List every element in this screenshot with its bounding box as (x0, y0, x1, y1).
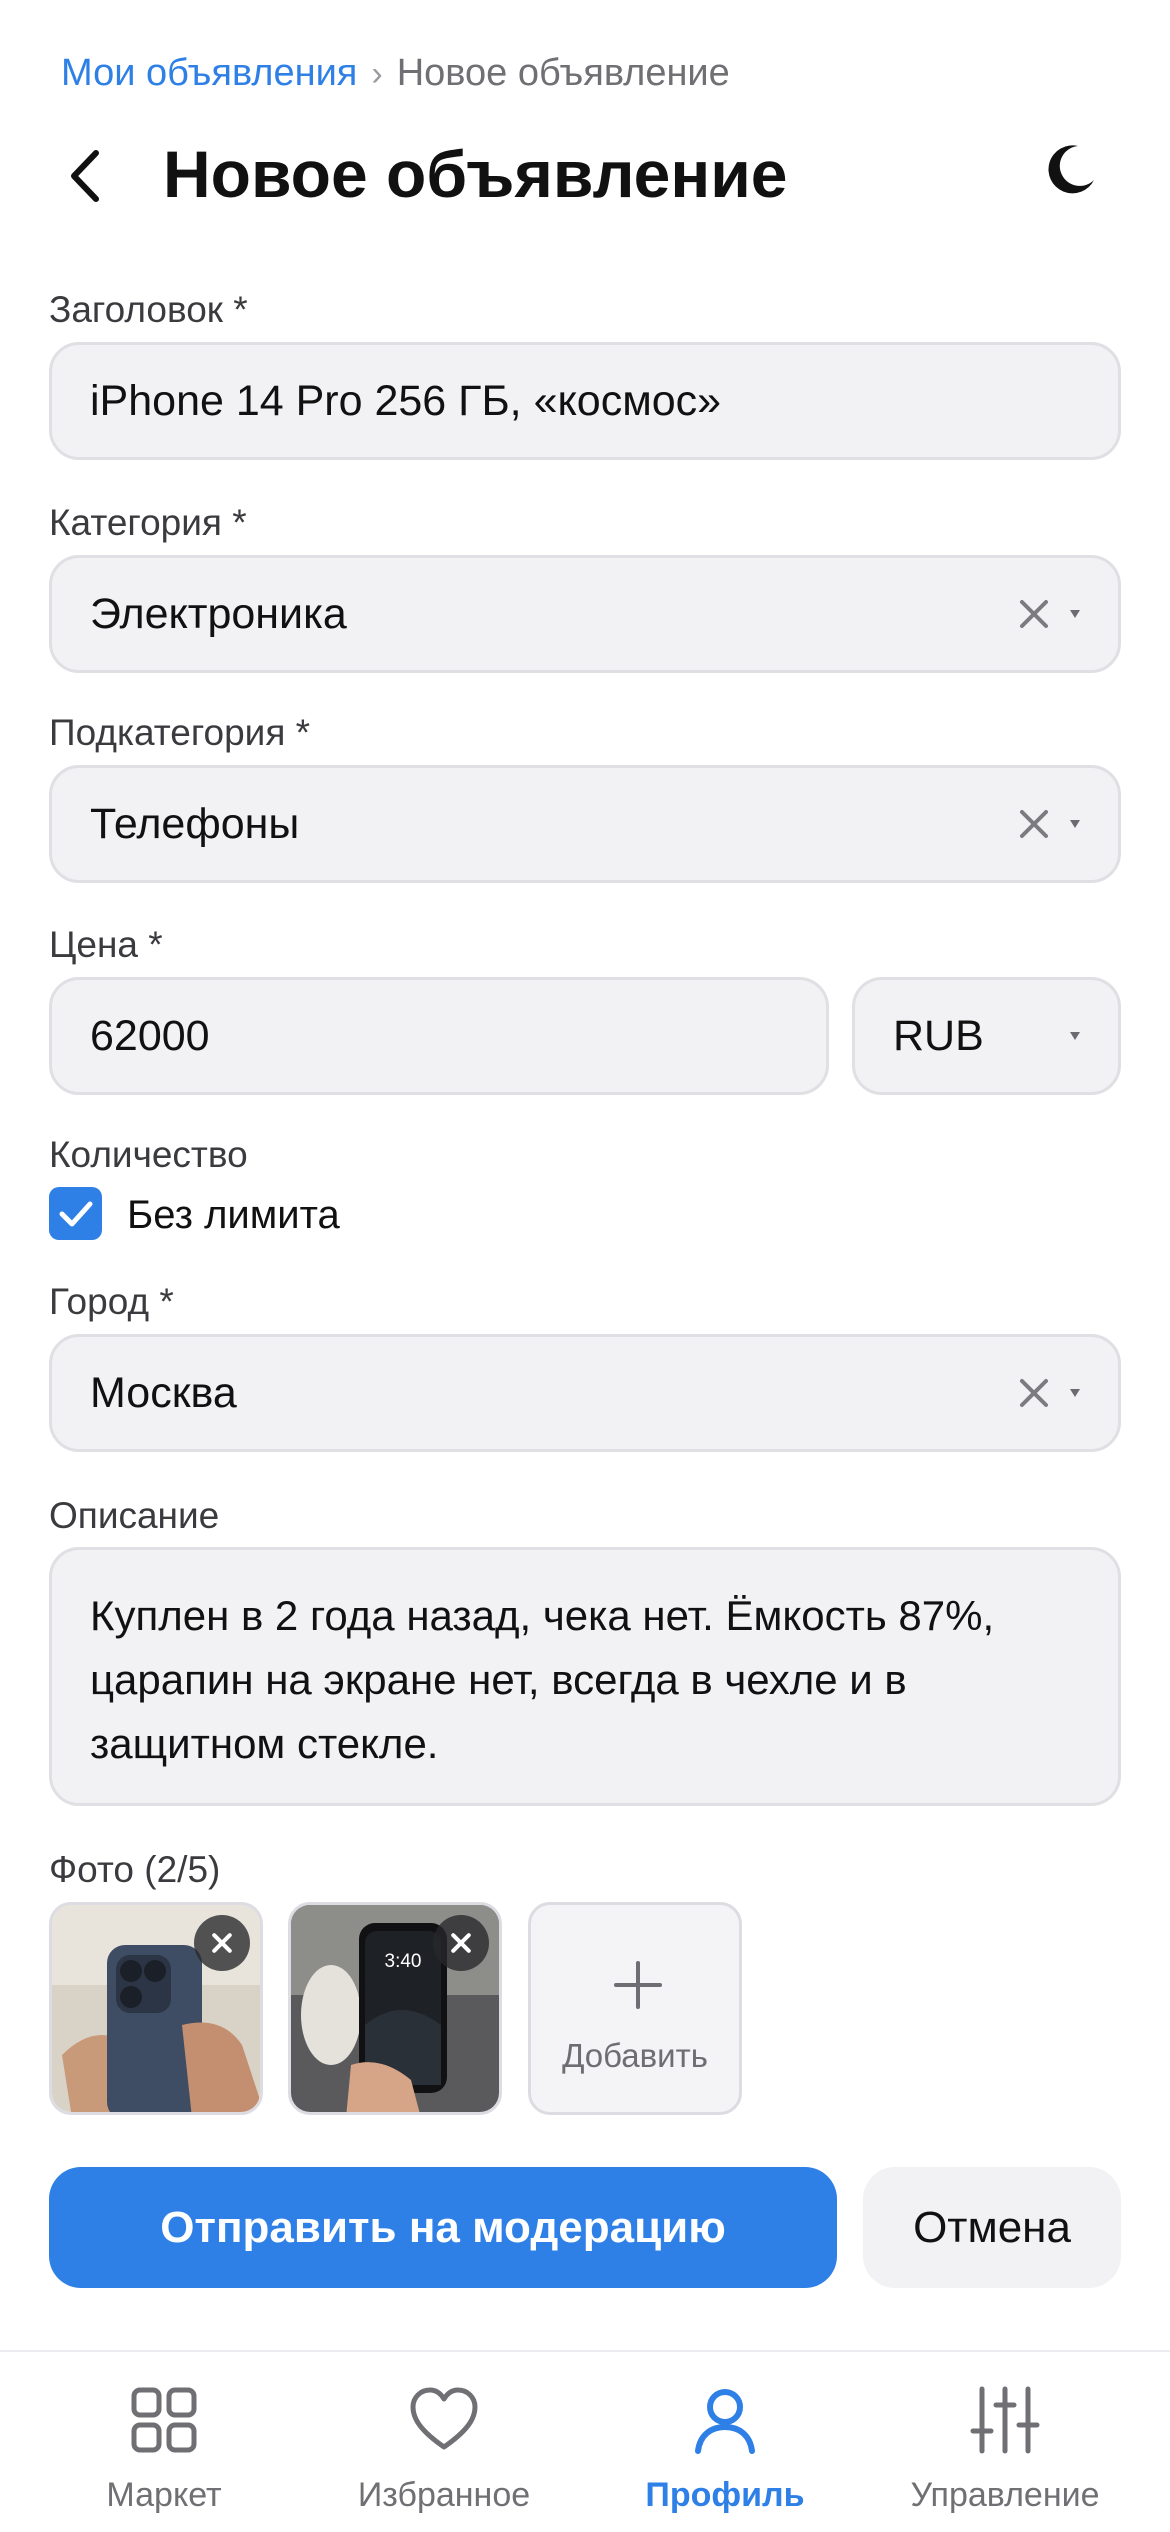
tab-profile[interactable]: Профиль (579, 2352, 871, 2532)
heart-icon (410, 2387, 478, 2450)
city-clear-icon[interactable] (1018, 1377, 1050, 1409)
back-button[interactable] (60, 145, 114, 207)
subcategory-caret-icon (1070, 820, 1080, 828)
category-select-value: Электроника (90, 590, 347, 638)
subcategory-select-value: Телефоны (90, 800, 300, 848)
unlimited-checkbox-label[interactable]: Без лимита (127, 1192, 340, 1238)
bottom-tab-bar: Маркет Избранное Профиль Управление (0, 2350, 1170, 2532)
cancel-button[interactable]: Отмена (863, 2167, 1121, 2288)
checkmark-icon (59, 1201, 93, 1227)
description-label: Описание (49, 1495, 220, 1536)
category-select[interactable]: Электроника (49, 555, 1121, 673)
photo-thumbnail-1[interactable] (49, 1902, 263, 2115)
city-label: Город * (49, 1281, 174, 1322)
add-photo-button[interactable]: Добавить (528, 1902, 742, 2115)
currency-select-value: RUB (893, 1012, 984, 1060)
description-textarea-value: Куплен в 2 года назад, чека нет. Ёмкость… (90, 1592, 995, 1767)
price-input[interactable]: 62000 (49, 977, 829, 1095)
tab-profile-label: Профиль (645, 2476, 805, 2514)
page-title: Новое объявление (163, 137, 788, 211)
user-icon (695, 2389, 755, 2454)
remove-photo-2-button[interactable] (433, 1915, 489, 1971)
breadcrumb-current: Новое объявление (396, 52, 730, 94)
title-input[interactable]: iPhone 14 Pro 256 ГБ, «космос» (49, 342, 1121, 460)
description-textarea[interactable]: Куплен в 2 года назад, чека нет. Ёмкость… (49, 1547, 1121, 1806)
photos-label: Фото (2/5) (49, 1849, 221, 1890)
tab-management[interactable]: Управление (859, 2352, 1151, 2532)
moon-icon (1048, 145, 1094, 194)
subcategory-label: Подкатегория * (49, 712, 311, 753)
currency-select[interactable]: RUB (852, 977, 1121, 1095)
subcategory-clear-icon[interactable] (1018, 808, 1050, 840)
city-caret-icon (1070, 1389, 1080, 1397)
category-label: Категория * (49, 502, 247, 543)
tab-market-label: Маркет (106, 2476, 222, 2514)
sliders-icon (970, 2386, 1040, 2454)
breadcrumb-separator: › (371, 55, 383, 93)
add-photo-label: Добавить (562, 2037, 708, 2074)
tab-market[interactable]: Маркет (18, 2352, 310, 2532)
photo-thumbnail-2[interactable]: 3:40 (288, 1902, 502, 2115)
breadcrumb: Мои объявления › Новое объявление (61, 50, 730, 97)
currency-caret-icon (1070, 1032, 1080, 1040)
tab-favorites-label: Избранное (357, 2476, 531, 2514)
grid-icon (131, 2387, 197, 2453)
svg-text:3:40: 3:40 (385, 1951, 422, 1972)
plus-icon (614, 1961, 662, 2009)
title-label: Заголовок * (49, 289, 248, 330)
submit-for-moderation-button[interactable]: Отправить на модерацию (49, 2167, 837, 2288)
city-select-value: Москва (90, 1369, 237, 1417)
tab-management-label: Управление (910, 2476, 1100, 2514)
price-input-value: 62000 (90, 1012, 210, 1060)
remove-photo-1-button[interactable] (194, 1915, 250, 1971)
category-clear-icon[interactable] (1018, 598, 1050, 630)
tab-favorites[interactable]: Избранное (298, 2352, 590, 2532)
subcategory-select[interactable]: Телефоны (49, 765, 1121, 883)
city-select[interactable]: Москва (49, 1334, 1121, 1452)
breadcrumb-link-my-listings[interactable]: Мои объявления (61, 52, 357, 94)
price-label: Цена * (49, 924, 163, 965)
category-caret-icon (1070, 610, 1080, 618)
title-input-value: iPhone 14 Pro 256 ГБ, «космос» (90, 377, 722, 425)
chevron-left-icon (71, 150, 99, 202)
theme-toggle-button[interactable] (1040, 140, 1100, 200)
quantity-label: Количество (49, 1134, 248, 1175)
unlimited-checkbox[interactable] (49, 1187, 102, 1240)
